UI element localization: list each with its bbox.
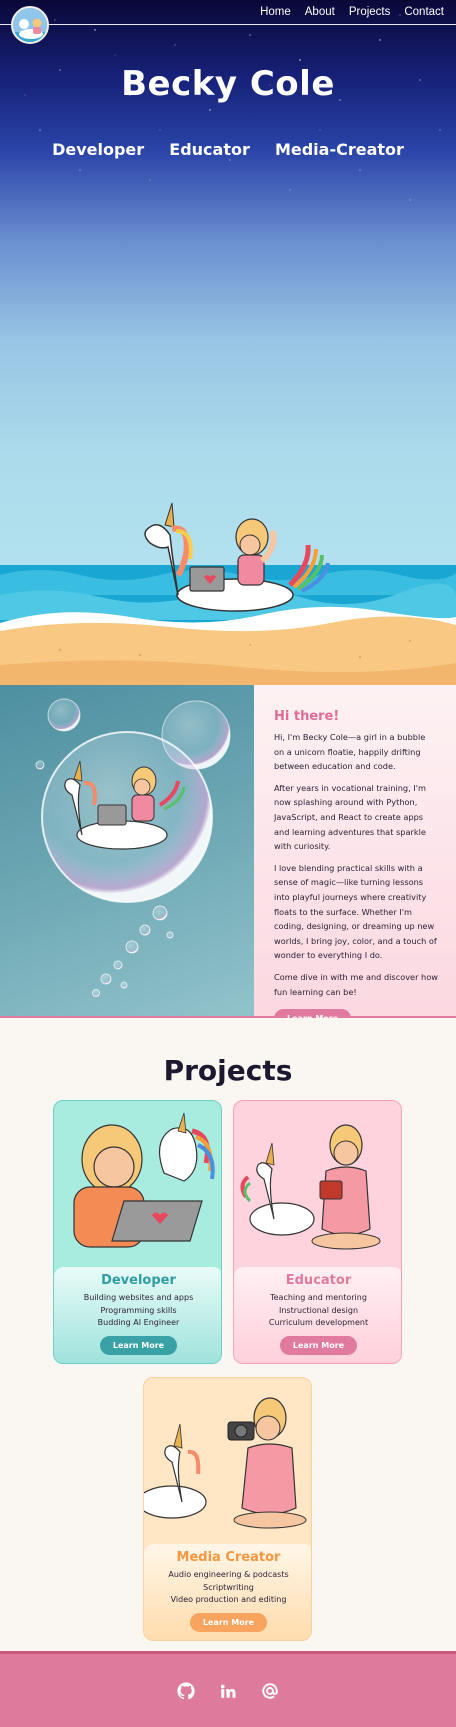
card-item: Audio engineering & podcasts [168, 1570, 289, 1579]
card-title: Developer [101, 1273, 176, 1288]
github-icon[interactable] [176, 1681, 196, 1701]
logo-avatar[interactable] [11, 6, 49, 44]
hero-roles: Developer Educator Media-Creator [0, 140, 456, 159]
beach-unicorn-illustration [0, 502, 456, 685]
about-paragraph: I love blending practical skills with a … [274, 862, 437, 961]
about-paragraph: Hi, I'm Becky Cole—a girl in a bubble on… [274, 732, 426, 772]
footer [0, 1651, 456, 1727]
project-card-educator: Educator Teaching and mentoring Instruct… [233, 1100, 402, 1364]
starry-sky [19, 14, 441, 201]
card-body: Media Creator Audio engineering & podcas… [144, 1544, 311, 1640]
nav-projects[interactable]: Projects [349, 6, 391, 18]
card-title: Media Creator [176, 1550, 281, 1565]
role-developer: Developer [52, 140, 145, 159]
card-item: Budding AI Engineer [97, 1318, 180, 1327]
card-item: Curriculum development [268, 1318, 369, 1327]
developer-illustration [54, 1101, 221, 1271]
card-item: Building websites and apps [83, 1293, 194, 1302]
about-paragraph: After years in vocational training, I'm … [274, 782, 426, 852]
nav-about[interactable]: About [305, 6, 335, 18]
project-card-media-creator: Media Creator Audio engineering & podcas… [143, 1377, 312, 1641]
hero-section: Home About Projects Contact Becky Cole D… [0, 0, 456, 685]
card-item: Instructional design [278, 1305, 359, 1315]
projects-title: Projects [163, 1054, 293, 1087]
card-item: Scriptwriting [203, 1582, 254, 1592]
nav-home[interactable]: Home [260, 6, 291, 18]
role-media-creator: Media-Creator [274, 140, 404, 159]
educator-learn-more-button[interactable]: Learn More [279, 1335, 358, 1355]
media-creator-learn-more-button[interactable]: Learn More [189, 1612, 268, 1632]
card-item: Video production and editing [170, 1595, 287, 1604]
role-educator: Educator [169, 140, 250, 159]
card-body: Developer Building websites and apps Pro… [54, 1267, 221, 1363]
media-creator-illustration [144, 1378, 311, 1548]
about-heading: Hi there! [274, 709, 340, 724]
educator-illustration [234, 1101, 401, 1271]
about-text-panel: Hi there! Hi, I'm Becky Cole—a girl in a… [254, 685, 456, 1029]
nav-contact[interactable]: Contact [404, 6, 444, 18]
card-item: Teaching and mentoring [270, 1293, 367, 1302]
about-paragraph: Come dive in with me and discover how fu… [274, 971, 438, 997]
card-title: Educator [285, 1273, 352, 1288]
card-body: Educator Teaching and mentoring Instruct… [234, 1267, 401, 1363]
top-nav: Home About Projects Contact [0, 0, 456, 44]
email-at-icon[interactable] [260, 1681, 280, 1701]
projects-section: Projects Developer Building websites and… [0, 1018, 456, 1651]
card-item: Programming skills [100, 1305, 177, 1315]
hero-title: Becky Cole [121, 64, 335, 104]
project-card-developer: Developer Building websites and apps Pro… [53, 1100, 222, 1364]
developer-learn-more-button[interactable]: Learn More [99, 1335, 178, 1355]
about-section: Hi there! Hi, I'm Becky Cole—a girl in a… [0, 685, 456, 1029]
bubble-unicorn-illustration [0, 685, 254, 1016]
linkedin-icon[interactable] [218, 1681, 238, 1701]
